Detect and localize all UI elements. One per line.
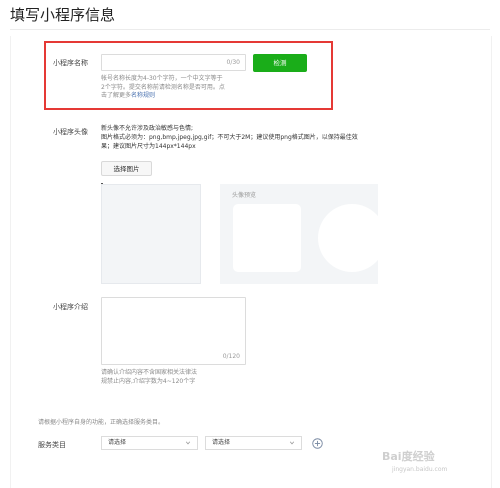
avatar-preview-label: 头像预览 <box>232 192 257 199</box>
circle-preview <box>318 204 386 272</box>
category-label: 服务类目 <box>38 441 66 449</box>
watermark-url: jingyan.baidu.com <box>392 466 448 473</box>
intro-counter: 0/120 <box>222 353 240 360</box>
check-name-button[interactable]: 检测 <box>253 54 307 72</box>
avatar-upload-area[interactable] <box>101 184 201 284</box>
chevron-down-icon <box>185 441 191 445</box>
category-select-secondary[interactable]: 请选择 <box>205 436 302 450</box>
name-label: 小程序名称 <box>53 59 88 67</box>
add-category-icon[interactable] <box>312 438 323 449</box>
avatar-preview-panel: 头像预览 <box>220 184 386 284</box>
avatar-rules-text: 新头像不允许涉及政治敏感与色情; 图片格式必须为：png,bmp,jpeg,jp… <box>101 125 358 150</box>
choose-image-button[interactable]: 选择图片 <box>101 161 152 176</box>
intro-help-text: 请确认介绍内容不含国家相关法律法 规禁止内容,介绍字数为4~120个字 <box>101 369 198 385</box>
category-select-primary[interactable]: 请选择 <box>101 436 198 450</box>
title-divider <box>10 29 490 30</box>
name-rules-link[interactable]: 名称规则 <box>131 92 155 99</box>
avatar-label: 小程序头像 <box>53 128 88 136</box>
page-title: 填写小程序信息 <box>10 6 116 24</box>
name-counter: 0/30 <box>226 59 240 66</box>
intro-label: 小程序介绍 <box>53 303 88 311</box>
name-help-text: 帐号名称长度为4-30个字符，一个中文字等于 2个字符。提交名称前请检测名称是否… <box>101 75 225 99</box>
chevron-down-icon <box>289 441 295 445</box>
square-preview <box>233 204 301 272</box>
watermark-logo: Bai度经验 <box>382 450 435 463</box>
name-input[interactable]: 0/30 <box>101 54 246 71</box>
category-hint: 请根据小程序自身的功能，正确选择服务类目。 <box>38 419 165 426</box>
intro-textarea[interactable]: 0/120 <box>101 297 246 365</box>
